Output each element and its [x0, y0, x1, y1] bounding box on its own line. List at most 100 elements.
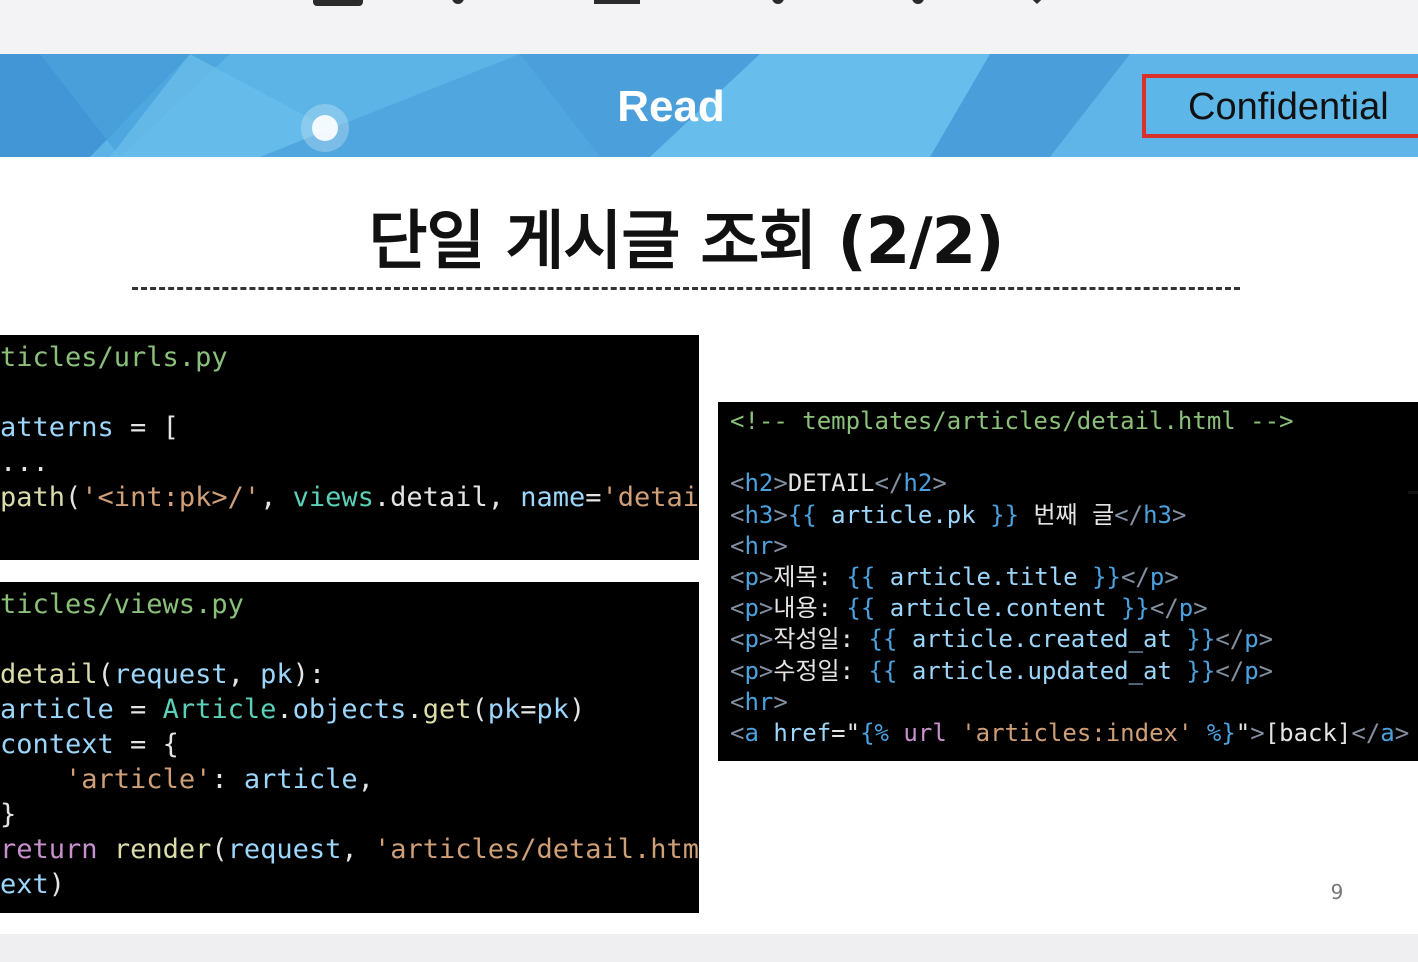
code-line: context = { — [0, 727, 699, 762]
dashed-divider — [132, 287, 1240, 290]
code-token: =" — [831, 718, 861, 747]
code-token: p — [744, 625, 759, 654]
code-token: }} — [975, 500, 1020, 529]
code-token: hr — [744, 687, 774, 716]
code-line: <a href="{% url 'articles:index' %}">[ba… — [730, 718, 1418, 749]
code-token: . — [406, 694, 423, 725]
code-token: . — [276, 694, 293, 725]
code-token: , — [357, 764, 374, 795]
code-token: </ — [1149, 594, 1179, 623]
code-token: 작성일: — [773, 625, 869, 654]
code-token: a — [1380, 718, 1395, 747]
code-line: atterns = [ — [0, 410, 699, 445]
toolbar-icon[interactable] — [912, 0, 924, 4]
code-line: detail(request, pk): — [0, 657, 699, 692]
code-token: = — [113, 694, 163, 725]
code-token: h3 — [744, 500, 774, 529]
code-token: 번째 글 — [1019, 500, 1115, 529]
code-token: render — [113, 834, 212, 865]
code-token: p — [1149, 562, 1165, 591]
code-token: {{ — [787, 500, 832, 529]
code-line: ticles/views.py — [0, 587, 699, 622]
sidebar-toggle-icon[interactable] — [313, 0, 363, 6]
code-token: ( — [65, 482, 82, 513]
code-token: > — [773, 687, 788, 716]
code-token: url — [903, 718, 947, 747]
code-line: <p>수정일: {{ article.updated_at }}</p> — [730, 656, 1418, 687]
code-token: > — [1164, 562, 1179, 591]
code-token: </ — [1114, 500, 1144, 529]
code-token: views — [292, 482, 374, 513]
code-line: <h2>DETAIL</h2> — [730, 468, 1418, 499]
code-line: <p>내용: {{ article.content }}</p> — [730, 593, 1418, 624]
code-token: : — [211, 764, 244, 795]
code-token: {% — [860, 718, 889, 747]
code-token: < — [730, 594, 745, 623]
code-token: 'detail' — [601, 482, 699, 513]
code-token: < — [730, 718, 745, 747]
code-block-urls: ticles/urls.py atterns = [... path('<int:p… — [0, 335, 699, 560]
code-line: <p>제목: {{ article.title }}</p> — [730, 562, 1418, 593]
code-token: ) — [569, 694, 586, 725]
code-token: }} — [1171, 656, 1216, 685]
code-line: <hr> — [730, 687, 1418, 718]
code-token: > — [758, 656, 774, 685]
code-token: </ — [1215, 656, 1245, 685]
code-token: return — [0, 834, 98, 865]
code-token: p — [744, 594, 759, 623]
code-token: > — [758, 625, 774, 654]
code-token: = [ — [113, 412, 179, 443]
code-token: }} — [1077, 562, 1121, 591]
code-token: pk — [487, 694, 521, 725]
code-line: <!-- templates/articles/detail.html --> — [730, 406, 1418, 437]
code-token: path — [0, 482, 66, 513]
code-token: 수정일: — [773, 656, 869, 685]
header-banner: Read Confidential — [0, 54, 1418, 157]
code-token: request — [113, 659, 228, 690]
code-token: ( — [211, 834, 228, 865]
grid-view-icon[interactable] — [594, 0, 640, 4]
code-token: article.title — [889, 562, 1078, 591]
slide-title: 단일 게시글 조회 (2/2) — [368, 205, 1005, 279]
code-token: name — [520, 482, 586, 513]
code-token: pk — [536, 694, 570, 725]
code-token: hr — [744, 531, 774, 560]
code-token: h2 — [744, 469, 774, 498]
code-line: return render(request, 'articles/detail.… — [0, 832, 699, 867]
code-token: pk — [260, 659, 293, 690]
code-token: > — [1258, 656, 1274, 685]
code-line: <p>작성일: {{ article.created_at }}</p> — [730, 624, 1418, 655]
code-token: .detail, — [373, 482, 521, 513]
code-token: < — [730, 469, 745, 498]
code-token: h3 — [1143, 500, 1172, 529]
code-token: </ — [1351, 718, 1381, 747]
code-token: > — [1258, 625, 1274, 654]
code-token: = — [585, 482, 602, 513]
confidential-badge: Confidential — [1142, 74, 1418, 138]
code-token: ( — [471, 694, 488, 725]
code-token: </ — [1215, 625, 1245, 654]
code-token: request — [227, 834, 342, 865]
code-token: = — [520, 694, 537, 725]
code-token: , — [341, 834, 374, 865]
bookmark-icon[interactable] — [1016, 0, 1058, 4]
toolbar-icon[interactable] — [772, 0, 784, 4]
code-token: 'articles:index' — [961, 718, 1193, 747]
code-token: article — [0, 694, 114, 725]
code-token: h2 — [903, 469, 933, 498]
code-token: > — [1193, 594, 1208, 623]
toolbar-icon[interactable] — [452, 0, 464, 4]
viewer-toolbar — [0, 0, 1418, 54]
code-token: p — [1178, 594, 1194, 623]
code-token: " — [1235, 718, 1251, 747]
code-token: > — [932, 469, 947, 498]
code-token: article.updated_at — [911, 656, 1172, 685]
code-token: p — [1244, 656, 1259, 685]
code-token: {{ — [846, 562, 890, 591]
code-token: > — [1171, 500, 1187, 529]
